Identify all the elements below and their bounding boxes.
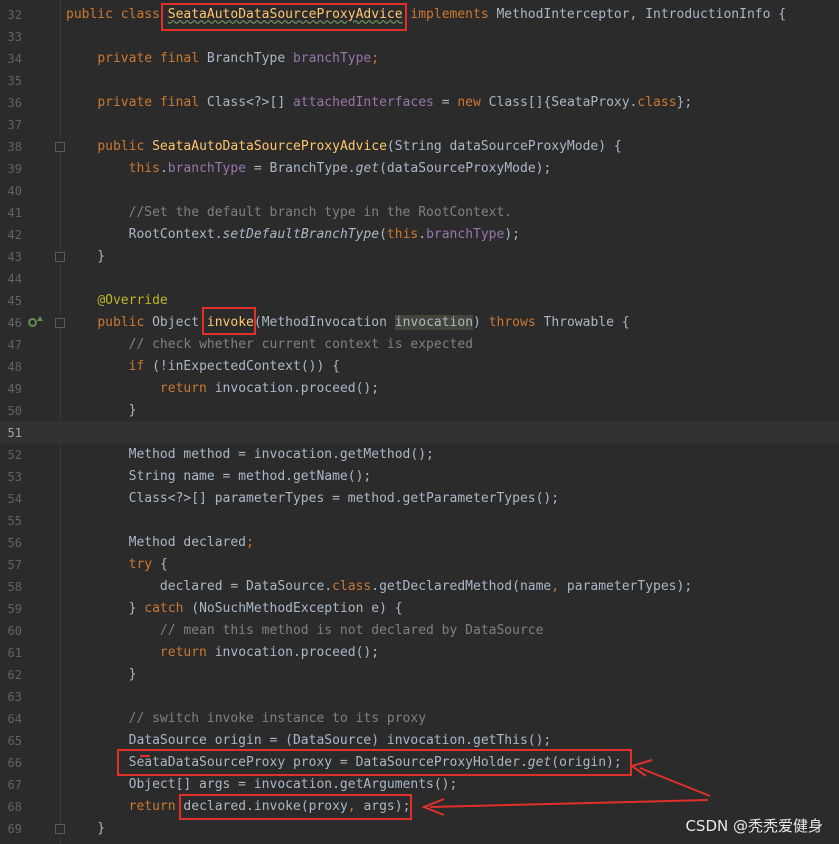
annotation-arrows (140, 755, 711, 816)
csdn-watermark: CSDN @秃秃爱健身 (685, 817, 823, 835)
arrow-to-declared-line (429, 799, 709, 808)
arrow-to-proxy-line (639, 767, 711, 797)
